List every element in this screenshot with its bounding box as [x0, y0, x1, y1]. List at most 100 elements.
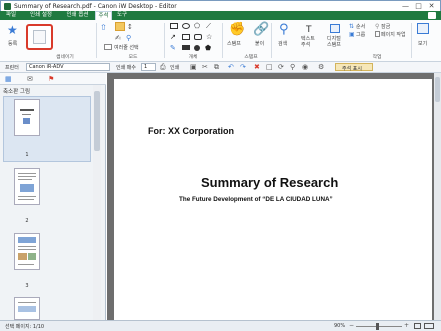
- annotation-display-label: 주석 표시: [342, 66, 362, 72]
- digital-stamp-button[interactable]: 디지털 스탬프: [327, 36, 341, 48]
- filled-rect-icon[interactable]: [182, 45, 190, 50]
- box-icon[interactable]: [182, 34, 190, 40]
- ellipse-icon[interactable]: [182, 23, 190, 29]
- menu-bar: 파일 인쇄 설정 인쇄 옵션 주석 도구: [0, 11, 441, 20]
- page-thumbnail[interactable]: [14, 168, 40, 205]
- printer-select[interactable]: Canon iR-ADV: [26, 63, 110, 71]
- view-icon[interactable]: [417, 23, 429, 34]
- single-page-view-icon[interactable]: [414, 323, 421, 329]
- viewer-scrollbar-thumb[interactable]: [435, 77, 440, 102]
- page-icon[interactable]: □: [266, 63, 273, 71]
- order-icon[interactable]: ⇅: [349, 23, 354, 30]
- annotation-display-toggle[interactable]: 주석 표시: [335, 63, 373, 72]
- pane-tabs: ▦ ✉ ⚑: [0, 73, 106, 85]
- select-cursor-icon[interactable]: ⇧: [100, 23, 107, 32]
- thumbnail-scrollbar[interactable]: [93, 85, 101, 320]
- undo-icon[interactable]: ↶: [228, 63, 234, 71]
- text-annotation-icon[interactable]: T: [306, 25, 312, 35]
- print-button[interactable]: 인쇄: [170, 64, 179, 71]
- order-button[interactable]: 순서: [356, 23, 365, 30]
- hand-icon[interactable]: ✍: [115, 34, 121, 42]
- printer-label: 프린터: [5, 65, 19, 71]
- maximize-icon[interactable]: □: [413, 2, 424, 10]
- scrollbar-thumb[interactable]: [94, 91, 100, 151]
- link-stamp-icon[interactable]: 🔗: [253, 22, 269, 37]
- tab-print-settings[interactable]: 인쇄 설정: [22, 11, 60, 20]
- copies-input[interactable]: 1: [141, 63, 156, 71]
- zoom-slider[interactable]: [356, 326, 402, 327]
- pen-icon[interactable]: ✎: [170, 44, 176, 52]
- digital-stamp-icon[interactable]: [330, 24, 340, 33]
- paste-button[interactable]: 붙이: [255, 40, 264, 47]
- zoom-slider-thumb[interactable]: [376, 323, 379, 330]
- multi-select-button[interactable]: 여러줄 선택: [114, 44, 139, 51]
- copy-icon[interactable]: ⧉: [214, 63, 219, 72]
- palette-icon[interactable]: ◉: [302, 63, 308, 71]
- group-label-mode: 모드: [128, 55, 138, 60]
- arrow-icon[interactable]: ↗: [170, 33, 176, 41]
- register-label: 등록: [8, 41, 18, 47]
- search-icon[interactable]: ⚲: [279, 22, 289, 37]
- page-number: 3: [25, 283, 29, 289]
- delete-icon[interactable]: ✖: [254, 63, 260, 71]
- tab-print-options[interactable]: 인쇄 옵션: [61, 11, 94, 20]
- view-button[interactable]: 보기: [418, 40, 427, 47]
- stamp-button[interactable]: 스탬프: [227, 40, 241, 47]
- page-thumbnail[interactable]: [14, 297, 40, 320]
- page-number: 2: [25, 218, 29, 224]
- help-icon[interactable]: [428, 12, 436, 19]
- filled-ellipse-icon[interactable]: [194, 45, 200, 51]
- document-heading: Summary of Research: [201, 175, 339, 190]
- printer-icon[interactable]: ⎙: [160, 63, 166, 72]
- polygon-icon[interactable]: ⬠: [194, 22, 200, 30]
- settings-icon[interactable]: ⚙: [318, 63, 324, 71]
- search-button[interactable]: 검색: [278, 40, 287, 47]
- highlight-icon[interactable]: [115, 22, 125, 31]
- page-thumbnail[interactable]: [14, 99, 40, 136]
- stamp-icon[interactable]: ✊: [229, 22, 245, 37]
- close-icon[interactable]: ✕: [426, 2, 437, 10]
- tab-file[interactable]: 파일: [2, 11, 20, 20]
- tab-tools[interactable]: 도구: [113, 11, 131, 20]
- thumbnail-tab-icon[interactable]: ▦: [5, 75, 12, 83]
- lock-button[interactable]: 잠금: [381, 23, 390, 30]
- group-icon[interactable]: ▣: [349, 31, 355, 38]
- window-title: Summary of Research.pdf - Canon iW Deskt…: [14, 3, 177, 10]
- rounded-rect-icon[interactable]: [194, 34, 202, 40]
- line-icon[interactable]: ⟋: [206, 22, 211, 31]
- cut-icon[interactable]: ✂: [202, 63, 208, 71]
- zoom-icon[interactable]: ⚲: [126, 34, 131, 42]
- title-bar: Summary of Research.pdf - Canon iW Deskt…: [0, 0, 441, 11]
- lock-icon[interactable]: ⚲: [375, 23, 379, 30]
- two-page-view-icon[interactable]: [424, 323, 434, 329]
- redo-icon[interactable]: ↷: [240, 63, 246, 71]
- group-label-thumb: 썸네이기: [56, 55, 74, 60]
- comment-tab-icon[interactable]: ✉: [27, 75, 33, 83]
- star-icon[interactable]: ★: [7, 23, 18, 37]
- star-shape-icon[interactable]: ☆: [206, 33, 212, 41]
- polygon-fill-icon[interactable]: ⬟: [205, 44, 211, 52]
- zoom-fit-icon[interactable]: ⚲: [290, 63, 295, 71]
- multi-select-icon[interactable]: [104, 44, 112, 50]
- copies-label: 인쇄 매수: [116, 65, 136, 71]
- blank-page-icon: [33, 30, 46, 44]
- app-icon: [4, 3, 11, 10]
- tab-annotation[interactable]: 주석: [95, 11, 112, 20]
- bookmark-tab-icon[interactable]: ⚑: [48, 75, 54, 83]
- stamp-preview-button[interactable]: [26, 24, 53, 50]
- page-number: 1: [25, 152, 29, 158]
- page-thumbnail[interactable]: [14, 233, 40, 270]
- zoom-in-icon[interactable]: +: [404, 322, 409, 329]
- zoom-out-icon[interactable]: −: [349, 322, 354, 329]
- group-button[interactable]: 그룹: [356, 31, 365, 38]
- minimize-icon[interactable]: —: [400, 2, 411, 10]
- page-task-icon[interactable]: [375, 31, 380, 37]
- text-select-icon[interactable]: ↕: [127, 23, 133, 31]
- rotate-icon[interactable]: ⟳: [278, 63, 284, 71]
- save-icon[interactable]: ▣: [190, 63, 197, 71]
- text-annotation-button[interactable]: 텍스트 주석: [301, 36, 315, 48]
- page-task-button[interactable]: 페이지 작업: [381, 31, 406, 38]
- page-status: 선택 페이지: 1/10: [5, 324, 45, 330]
- rectangle-icon[interactable]: [170, 23, 178, 29]
- viewer-scrollbar[interactable]: [434, 73, 441, 320]
